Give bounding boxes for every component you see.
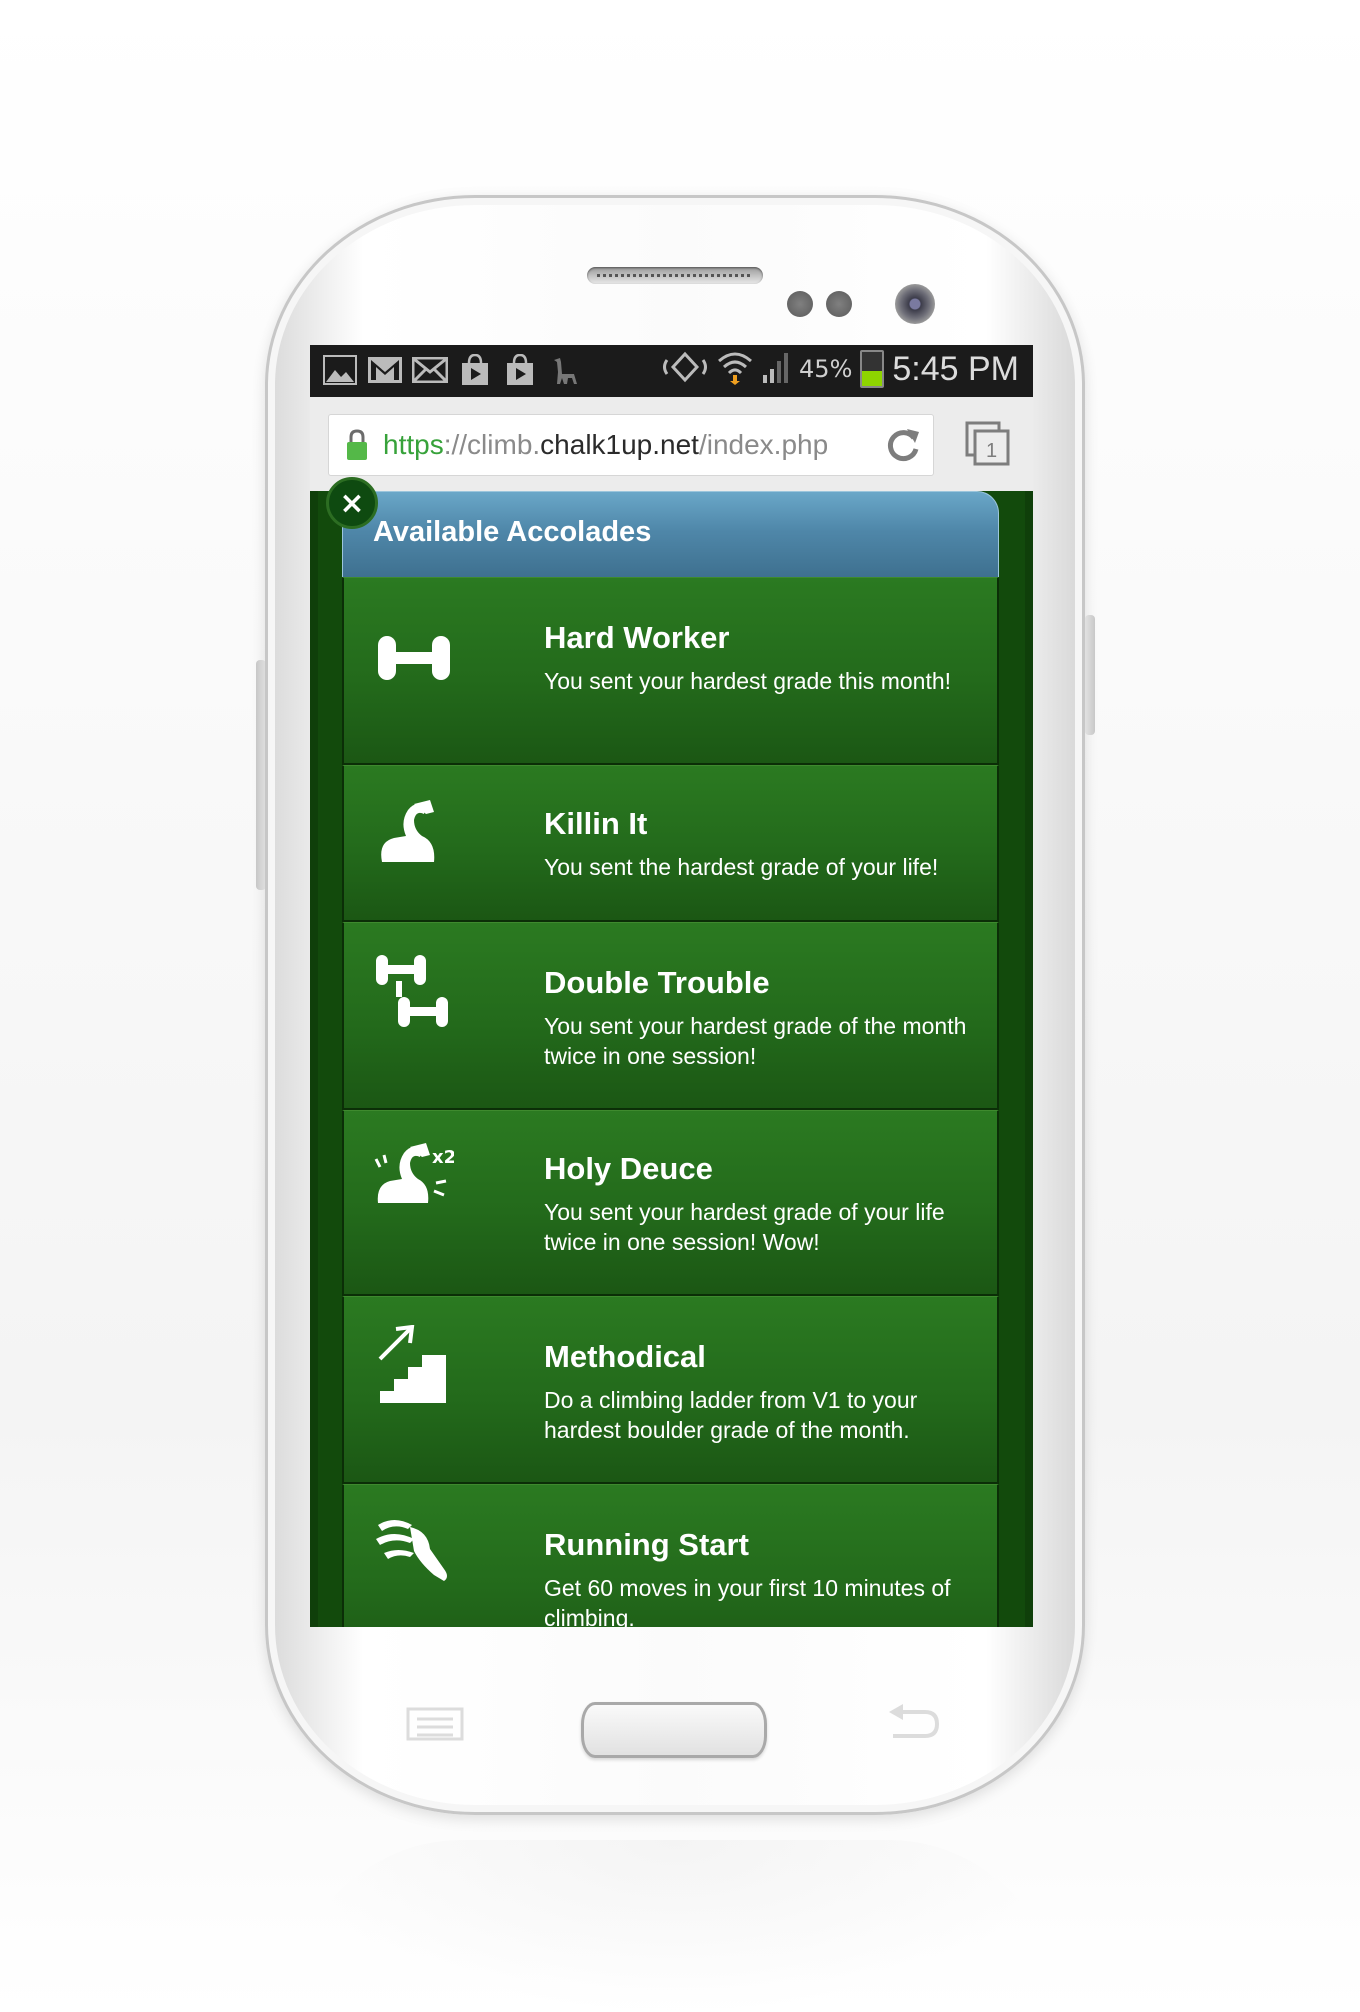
accolade-description: You sent the hardest grade of your life! — [544, 854, 939, 880]
tab-count: 1 — [986, 440, 997, 462]
close-button[interactable]: × — [326, 477, 378, 529]
tabs-button[interactable]: 1 — [965, 421, 1011, 467]
accolade-description: Get 60 moves in your first 10 minutes of… — [544, 1575, 951, 1627]
dumbbell-icon — [378, 636, 450, 680]
back-key[interactable] — [885, 1702, 941, 1742]
reload-icon[interactable] — [883, 425, 923, 465]
proximity-sensor — [787, 291, 813, 317]
url-protocol: https — [383, 429, 444, 460]
url-separator: :// — [443, 429, 468, 460]
wifi-icon — [717, 349, 753, 389]
accolade-row-double-trouble[interactable]: Double Trouble You sent your hardest gra… — [342, 922, 999, 1110]
accolade-row-running-start[interactable]: Running Start Get 60 moves in your first… — [342, 1484, 999, 1627]
page-content: Available Accolades × Hard Worker You se… — [310, 477, 1033, 1627]
battery-icon — [860, 350, 885, 388]
accolade-description: You sent your hardest grade of the month… — [544, 1013, 967, 1069]
light-sensor — [826, 291, 852, 317]
battery-percent: 45% — [799, 355, 853, 383]
accolade-title: Running Start — [544, 1527, 749, 1562]
gmail-icon — [367, 353, 403, 387]
power-button[interactable] — [1085, 615, 1095, 735]
accolade-row-hard-worker[interactable]: Hard Worker You sent your hardest grade … — [342, 577, 999, 765]
accolade-title: Methodical — [544, 1339, 706, 1374]
alpaca-icon — [547, 353, 583, 387]
accolade-description: You sent your hardest grade of your life… — [544, 1199, 945, 1255]
gallery-icon — [322, 353, 358, 387]
accolade-title: Double Trouble — [544, 965, 770, 1000]
notification-icons — [322, 353, 583, 387]
status-bar: 45% 5:45 PM — [310, 345, 1033, 397]
accolade-row-holy-deuce[interactable]: x2 Holy Deuce You sent your hardest grad… — [342, 1110, 999, 1296]
front-camera — [895, 284, 935, 324]
accolade-row-methodical[interactable]: Methodical Do a climbing ladder from V1 … — [342, 1296, 999, 1484]
accolade-list: Hard Worker You sent your hardest grade … — [342, 577, 999, 1627]
menu-key[interactable] — [405, 1706, 465, 1742]
play-movies-icon — [502, 353, 538, 387]
accolade-description: Do a climbing ladder from V1 to your har… — [544, 1387, 918, 1443]
flexed-arm-x2-icon: x2 — [374, 1143, 454, 1203]
earpiece-speaker — [587, 267, 763, 284]
flexed-arm-icon — [381, 800, 435, 862]
accolade-description: You sent your hardest grade this month! — [544, 668, 952, 694]
accolade-title: Killin It — [544, 806, 648, 841]
accolades-modal: Available Accolades × Hard Worker You se… — [326, 477, 999, 1627]
url-path: /index.php — [698, 429, 829, 460]
winged-foot-icon — [376, 1520, 447, 1581]
accolade-row-killin-it[interactable]: Killin It You sent the hardest grade of … — [342, 765, 999, 922]
double-dumbbell-icon — [376, 955, 448, 1027]
phone-reflection — [290, 1840, 1060, 2012]
email-icon — [412, 353, 448, 387]
signal-icon — [761, 351, 791, 387]
stairs-arrow-icon — [378, 1325, 446, 1403]
tabs-icon: 1 — [965, 421, 1010, 466]
clock: 5:45 PM — [892, 349, 1019, 388]
modal-header: Available Accolades — [342, 491, 999, 578]
svg-text:x2: x2 — [432, 1147, 454, 1168]
url-text: https://climb.chalk1up.net/index.php — [383, 429, 828, 461]
accolade-title: Hard Worker — [544, 620, 730, 655]
system-icons: 45% 5:45 PM — [661, 349, 1019, 389]
vibrate-icon — [661, 350, 709, 388]
url-bar[interactable]: https://climb.chalk1up.net/index.php — [328, 414, 934, 476]
url-subdomain: climb. — [467, 429, 541, 460]
home-button[interactable] — [581, 1702, 767, 1758]
modal-title: Available Accolades — [373, 516, 652, 548]
lock-icon — [347, 429, 367, 460]
screen: 45% 5:45 PM https://climb.chalk1up.net/i… — [310, 345, 1033, 1627]
url-host: chalk1up.net — [540, 429, 699, 460]
play-store-icon — [457, 353, 493, 387]
browser-toolbar: https://climb.chalk1up.net/index.php 1 — [310, 397, 1033, 492]
accolade-title: Holy Deuce — [544, 1151, 713, 1186]
